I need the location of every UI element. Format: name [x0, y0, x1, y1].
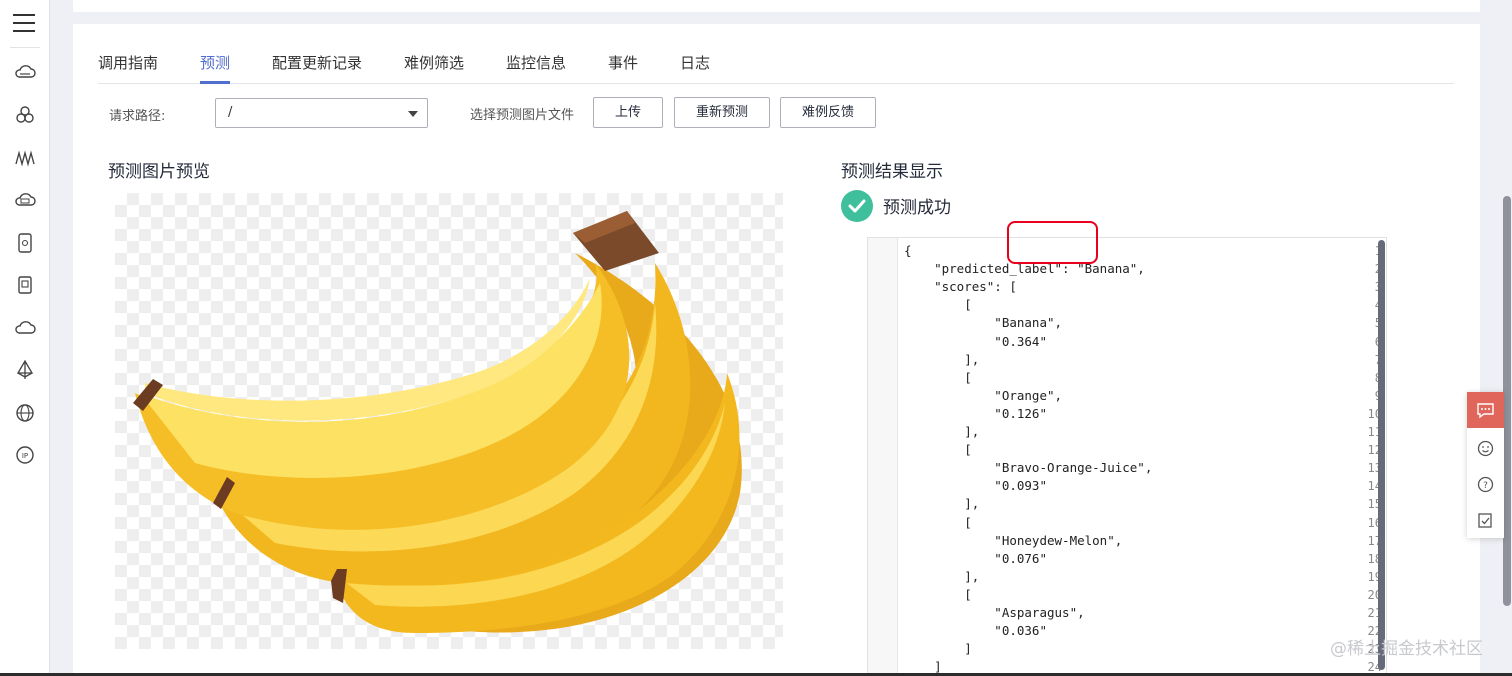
feedback-icon[interactable]: [1467, 392, 1504, 428]
tab-hard-example[interactable]: 难例筛选: [404, 52, 464, 74]
cloud-storage-icon[interactable]: [14, 62, 36, 84]
tab-logs[interactable]: 日志: [680, 52, 710, 74]
request-path-value: /: [228, 105, 233, 120]
tower-icon[interactable]: [14, 359, 36, 381]
svg-text:?: ?: [1483, 481, 1488, 491]
tab-predict[interactable]: 预测: [200, 52, 230, 74]
code-line: ],: [904, 351, 980, 367]
code-line: "Asparagus",: [904, 605, 1085, 620]
survey-icon[interactable]: [1467, 502, 1504, 538]
tab-call-guide[interactable]: 调用指南: [98, 52, 158, 74]
smile-icon[interactable]: [1467, 430, 1504, 466]
banana-image: [133, 211, 742, 633]
cloud-icon[interactable]: [14, 317, 36, 339]
chevron-down-icon: [408, 111, 418, 117]
server-icon[interactable]: [14, 274, 36, 296]
cloud-db-icon[interactable]: [14, 190, 36, 212]
page-scrollbar[interactable]: [1503, 196, 1511, 606]
code-line: [: [904, 369, 972, 385]
line-number-gutter: [868, 238, 898, 675]
ip-icon[interactable]: IP: [14, 444, 36, 466]
code-line: "0.076": [904, 550, 1047, 566]
tab-config-history[interactable]: 配置更新记录: [272, 52, 362, 74]
cluster-icon[interactable]: [14, 104, 36, 126]
svg-text:IP: IP: [22, 452, 28, 460]
predicted-label-highlight: [1007, 221, 1098, 264]
rail-divider: [10, 47, 40, 48]
hard-example-feedback-button[interactable]: 难例反馈: [780, 97, 876, 128]
top-card: [73, 0, 1480, 12]
code-line: ]: [904, 641, 972, 657]
code-line: "0.093": [904, 478, 1047, 494]
request-path-label: 请求路径:: [109, 109, 166, 124]
code-line: "Orange",: [904, 387, 1063, 403]
code-line: [: [904, 514, 972, 530]
request-path-select[interactable]: /: [215, 98, 428, 128]
preview-title: 预测图片预览: [108, 162, 210, 182]
select-file-label: 选择预测图片文件: [470, 108, 575, 123]
code-line: ],: [904, 496, 980, 512]
watermark: @稀土掘金技术社区: [1330, 639, 1483, 659]
code-scrollbar[interactable]: [1378, 240, 1385, 670]
code-line: "Bravo-Orange-Juice",: [904, 460, 1153, 476]
code-line: "Honeydew-Melon",: [904, 532, 1123, 548]
menu-icon[interactable]: [13, 14, 35, 34]
result-title: 预测结果显示: [841, 162, 943, 182]
success-check-icon: [841, 190, 873, 222]
code-line: "0.364": [904, 333, 1047, 349]
web-icon[interactable]: [14, 402, 36, 424]
code-line: [: [904, 586, 972, 602]
tab-bar: 调用指南 预测 配置更新记录 难例筛选 监控信息 事件 日志: [98, 52, 1454, 84]
code-line: [: [904, 442, 972, 458]
floating-toolbar: ?: [1467, 392, 1504, 538]
result-json-viewer[interactable]: 1{2 "predicted_label": "Banana",3 "score…: [867, 237, 1387, 676]
code-line: "0.036": [904, 623, 1047, 639]
tab-monitoring[interactable]: 监控信息: [506, 52, 566, 74]
repredict-button[interactable]: 重新预测: [674, 97, 770, 128]
code-line: ],: [904, 568, 980, 584]
tab-events[interactable]: 事件: [608, 52, 638, 74]
predict-status: 预测成功: [883, 198, 951, 218]
help-icon[interactable]: ?: [1467, 466, 1504, 502]
code-line: "0.126": [904, 405, 1047, 421]
code-line: "Banana",: [904, 315, 1063, 331]
code-line: "scores": [: [904, 279, 1017, 295]
code-line: ],: [904, 424, 980, 439]
model-arts-icon[interactable]: [14, 147, 36, 169]
main-card: 调用指南 预测 配置更新记录 难例筛选 监控信息 事件 日志 请求路径: / 选…: [73, 24, 1480, 676]
upload-button[interactable]: 上传: [593, 97, 663, 128]
left-nav-rail: IP: [0, 0, 50, 676]
image-preview: [115, 193, 783, 649]
tablet-icon[interactable]: [14, 232, 36, 254]
active-tab-indicator: [200, 81, 230, 84]
code-line: {: [904, 243, 912, 258]
code-line: [: [904, 297, 972, 313]
